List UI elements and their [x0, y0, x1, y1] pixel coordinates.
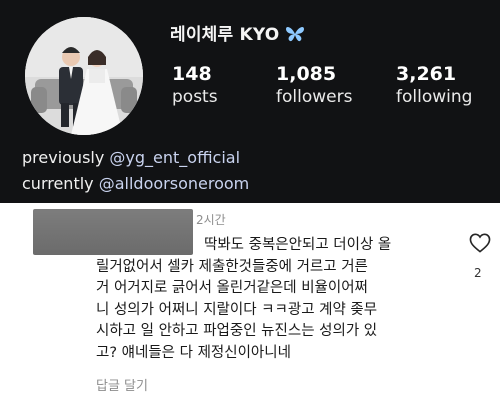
profile-username: 레이체루 KYO	[170, 20, 305, 48]
like-count: 2	[474, 266, 482, 280]
butterfly-icon	[285, 25, 305, 48]
reply-button[interactable]: 답글 달기	[96, 375, 148, 394]
comment-line: 고? 얘네들은 다 제정신이아니네	[96, 344, 291, 361]
comment: 2시간 딱봐도 중복은안되고 더이상 올 릴거없어서 셀카 제출한것들중에 거르…	[0, 203, 500, 400]
bio-handle-link[interactable]: @alldoorsoneroom	[99, 174, 250, 193]
bio-line-currently: currently @alldoorsoneroom	[22, 174, 249, 193]
comment-line: 거 어거지로 긁어서 올린거같은데 비율이어쩌	[96, 280, 368, 296]
username-text: 레이체루 KYO	[170, 25, 280, 45]
comment-line: 시하고 일 안하고 파업중인 뉴진스는 성의가 있	[96, 323, 378, 339]
posts-count: 148	[172, 63, 212, 85]
followers-label: followers	[276, 87, 353, 107]
profile-header: 레이체루 KYO 148 posts 1,085 followers 3,261…	[0, 0, 500, 203]
comment-text: 딱봐도 중복은안되고 더이상 올 릴거없어서 셀카 제출한것들중에 거르고 거른…	[96, 235, 461, 364]
comment-line: 니 성의가 어쩌니 지랄이다 ㅋㅋ광고 계약 좆무	[96, 301, 378, 318]
avatar-photo	[25, 17, 143, 135]
stat-followers[interactable]: 1,085 followers	[276, 62, 352, 108]
bio-prefix: currently	[22, 174, 99, 193]
bio-handle-link[interactable]: @yg_ent_official	[109, 148, 240, 167]
following-label: following	[396, 87, 473, 107]
following-count: 3,261	[396, 63, 457, 85]
profile-avatar[interactable]	[25, 17, 143, 135]
posts-label: posts	[172, 87, 218, 107]
bio-prefix: previously	[22, 148, 110, 167]
stat-following[interactable]: 3,261 following	[396, 62, 472, 108]
stat-posts[interactable]: 148 posts	[172, 62, 218, 108]
heart-icon[interactable]	[469, 233, 491, 253]
comment-line: 딱봐도 중복은안되고 더이상 올	[204, 237, 392, 253]
followers-count: 1,085	[276, 63, 337, 85]
comment-line: 릴거없어서 셀카 제출한것들중에 거르고 거른	[96, 258, 368, 275]
bio-line-previously: previously @yg_ent_official	[22, 148, 240, 167]
comment-timestamp: 2시간	[196, 213, 226, 227]
